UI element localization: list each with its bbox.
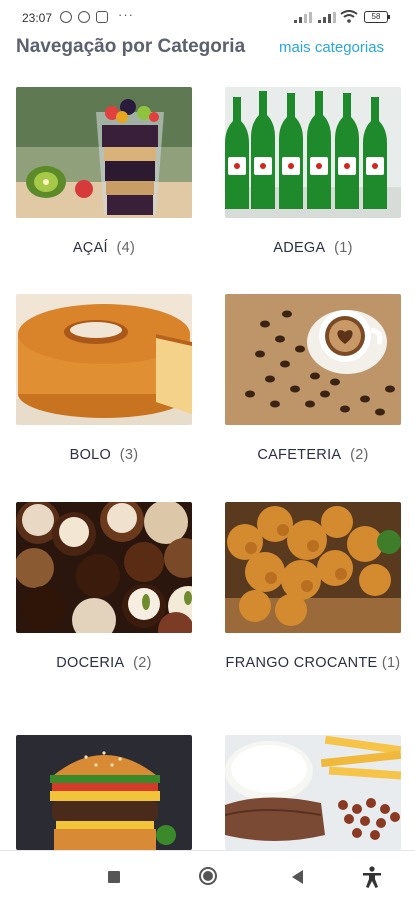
more-categories-link[interactable]: mais categorias [279,39,384,56]
cafeteria-image[interactable] [225,294,401,425]
system-nav-bar [0,850,415,901]
instagram-icon [96,11,108,23]
category-count: (4) [116,240,136,256]
category-caption: DOCERIA (2) [6,652,202,675]
recents-square-icon[interactable] [108,871,120,883]
more-notifications-icon: ··· [118,7,134,22]
prato-image[interactable] [225,735,401,850]
signal-icon [294,12,312,23]
adega-image[interactable] [225,87,401,218]
category-name: BOLO [69,447,112,463]
page-title: Navegação por Categoria [16,36,246,57]
accessibility-icon[interactable] [362,866,382,888]
status-time: 23:07 [22,11,53,25]
media-icon [78,11,90,23]
signal-icon-2 [318,12,336,23]
category-count: (2) [350,447,369,463]
doceria-image[interactable] [16,502,192,633]
battery-icon: 58 [364,11,388,23]
bolo-image[interactable] [16,294,192,425]
category-count: (2) [133,655,152,671]
battery-cap [388,15,390,19]
category-caption: ADEGA (1) [215,237,411,260]
back-triangle-icon[interactable] [292,870,303,884]
status-bar: 23:07 ··· 58 [0,0,415,34]
category-caption: BOLO (3) [6,444,202,467]
category-caption: AÇAÍ (4) [6,237,202,260]
category-name: DOCERIA [56,655,125,671]
category-count: (3) [119,447,139,463]
wifi-icon [340,10,358,23]
category-name: AÇAÍ [72,240,108,256]
category-name: CAFETERIA [257,447,342,463]
frango-image[interactable] [225,502,401,633]
category-count: (1) [334,240,353,256]
category-name: FRANGO CROCANTE [225,655,378,671]
home-circle-icon[interactable] [199,867,217,885]
category-caption: FRANGO CROCANTE (1) [215,652,411,675]
category-name: ADEGA [273,240,326,256]
acai-image[interactable] [16,87,192,218]
category-count: (1) [381,655,401,671]
burger-image[interactable] [16,735,192,850]
notification-icon [60,11,72,23]
category-caption: CAFETERIA (2) [215,444,411,467]
